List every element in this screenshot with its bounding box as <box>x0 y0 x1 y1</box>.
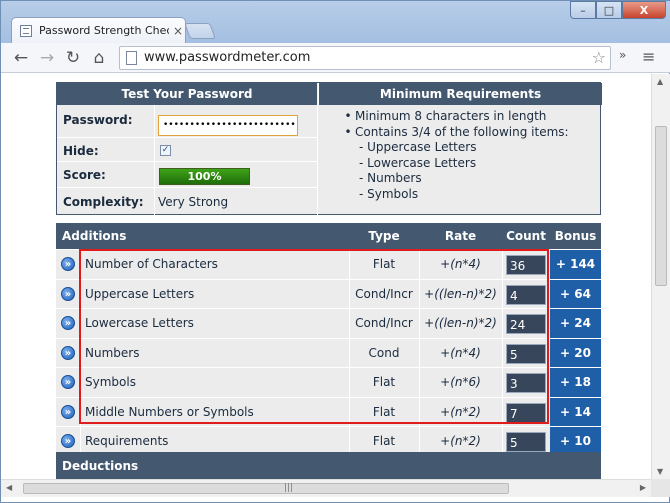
requirement-item: Minimum 8 characters in length <box>355 109 547 123</box>
info-icon[interactable]: » <box>56 339 80 368</box>
scroll-up-arrow-icon[interactable]: ▲ <box>657 77 663 86</box>
browser-window: Password Strength Checker × – □ X ← → ↻ … <box>0 0 670 503</box>
additions-header-row: Additions Type Rate Count Bonus <box>56 223 601 249</box>
row-type: Cond <box>368 345 400 360</box>
additions-row: » Middle Numbers or Symbols Flat +(n*2) 7 + 1… <box>56 396 601 427</box>
info-icon[interactable]: » <box>56 398 80 427</box>
row-bonus: + 24 <box>550 309 601 338</box>
row-type: Flat <box>372 257 396 271</box>
password-test-panel: Test Your Password Minimum Requirements … <box>56 82 602 215</box>
info-icon[interactable]: » <box>56 368 80 397</box>
complexity-label: Complexity: <box>63 195 144 209</box>
row-bonus: + 14 <box>550 397 601 426</box>
page-icon <box>126 51 137 65</box>
new-tab-button[interactable] <box>184 23 216 39</box>
row-type: Cond/Incr <box>355 316 413 330</box>
row-bonus: + 64 <box>550 279 601 308</box>
minimize-button[interactable]: – <box>570 1 596 19</box>
forward-arrow-icon[interactable]: → <box>37 47 57 69</box>
row-count-field[interactable]: 5 <box>506 432 546 452</box>
tab-close-icon[interactable]: × <box>173 24 183 38</box>
row-count-field[interactable]: 7 <box>506 402 546 423</box>
bookmark-star-icon[interactable]: ☆ <box>592 48 606 67</box>
row-rate: +((len-n)*2) <box>424 286 497 301</box>
vertical-scrollbar[interactable]: ▲ ▼ <box>651 74 670 479</box>
title-bar: Password Strength Checker × – □ X <box>1 1 670 43</box>
col-header-bonus: Bonus <box>554 229 597 243</box>
info-icon[interactable]: » <box>56 280 80 309</box>
page-icon <box>20 24 32 37</box>
additions-row: » Number of Characters Flat +(n*4) 36 + 144 <box>56 249 601 279</box>
row-type: Flat <box>372 404 396 419</box>
row-name: Lowercase Letters <box>85 316 194 330</box>
row-rate: +((len-n)*2) <box>424 316 497 330</box>
requirement-subitem: - Symbols <box>359 186 419 201</box>
hide-checkbox[interactable]: ✓ <box>160 145 171 156</box>
back-arrow-icon[interactable]: ← <box>11 47 31 69</box>
row-type: Flat <box>372 375 396 389</box>
password-input[interactable]: •••••••••••••••••••••••••••••••••••• <box>158 115 298 136</box>
row-name: Middle Numbers or Symbols <box>85 404 254 419</box>
deductions-header: Deductions <box>56 452 601 479</box>
row-rate: +(n*6) <box>440 375 481 389</box>
col-header-count: Count <box>506 229 546 243</box>
row-type: Cond/Incr <box>355 286 413 301</box>
horizontal-scrollbar[interactable]: ◀ ||| ▶ <box>1 479 651 497</box>
home-icon[interactable]: ⌂ <box>89 47 109 69</box>
additions-row: » Numbers Cond +(n*4) 5 + 20 <box>56 337 601 368</box>
complexity-value: Very Strong <box>158 195 229 209</box>
row-count-field[interactable]: 5 <box>506 343 546 364</box>
row-name: Symbols <box>85 375 136 389</box>
row-count-field[interactable]: 36 <box>506 255 546 275</box>
col-header-type: Type <box>368 229 400 243</box>
tab-title: Password Strength Checker <box>39 24 169 37</box>
col-header-rate: Rate <box>444 229 477 243</box>
extensions-chevron-icon[interactable]: » <box>619 48 626 62</box>
row-count-field[interactable]: 24 <box>506 314 546 334</box>
reload-icon[interactable]: ↻ <box>63 47 83 69</box>
requirements-header: Minimum Requirements <box>318 83 602 105</box>
info-icon[interactable]: » <box>56 309 80 338</box>
url-text[interactable]: www.passwordmeter.com <box>144 50 310 65</box>
address-bar[interactable]: www.passwordmeter.com ☆ <box>119 46 611 70</box>
requirement-item: Contains 3/4 of the following items: <box>355 124 569 139</box>
close-window-button[interactable]: X <box>622 1 666 19</box>
row-name: Uppercase Letters <box>85 286 195 301</box>
col-header-additions: Additions <box>62 229 127 243</box>
scroll-left-arrow-icon[interactable]: ◀ <box>6 483 12 492</box>
requirement-subitem: - Uppercase Letters <box>359 140 477 154</box>
requirement-subitem: - Lowercase Letters <box>359 155 477 170</box>
browser-tab[interactable]: Password Strength Checker × <box>11 17 186 43</box>
row-name: Numbers <box>85 345 140 360</box>
browser-toolbar: ← → ↻ ⌂ www.passwordmeter.com ☆ <box>1 43 670 73</box>
additions-row: » Symbols Flat +(n*6) 3 + 18 <box>56 367 601 397</box>
row-count-field[interactable]: 4 <box>506 284 546 305</box>
hide-label: Hide: <box>63 144 99 158</box>
row-bonus: + 144 <box>550 250 601 279</box>
row-rate: +(n*4) <box>440 345 481 360</box>
test-header: Test Your Password <box>57 83 317 105</box>
password-label: Password: <box>63 113 133 127</box>
requirements-list: • Minimum 8 characters in length • Contain… <box>319 109 569 202</box>
row-bonus: + 18 <box>550 368 601 397</box>
additions-row: » Lowercase Letters Cond/Incr +((len-n)*2) 2… <box>56 308 601 338</box>
score-label: Score: <box>63 168 106 182</box>
scroll-thumb[interactable] <box>655 126 667 286</box>
score-bar: 100% <box>159 168 250 185</box>
additions-row: » Uppercase Letters Cond/Incr +((len-n)*2) 4… <box>56 278 601 309</box>
row-rate: +(n*4) <box>440 257 481 271</box>
page-content: Test Your Password Minimum Requirements … <box>1 74 651 479</box>
scroll-down-arrow-icon[interactable]: ▼ <box>657 467 663 476</box>
row-count-field[interactable]: 3 <box>506 373 546 393</box>
info-icon[interactable]: » <box>56 250 80 279</box>
requirement-subitem: - Numbers <box>359 171 422 185</box>
row-rate: +(n*2) <box>440 404 481 419</box>
maximize-button[interactable]: □ <box>596 1 622 19</box>
hscroll-thumb[interactable]: ||| <box>23 483 509 494</box>
scroll-right-arrow-icon[interactable]: ▶ <box>640 483 646 492</box>
row-name: Number of Characters <box>85 257 218 271</box>
row-bonus: + 20 <box>550 338 601 367</box>
menu-icon[interactable]: ≡ <box>642 47 655 66</box>
